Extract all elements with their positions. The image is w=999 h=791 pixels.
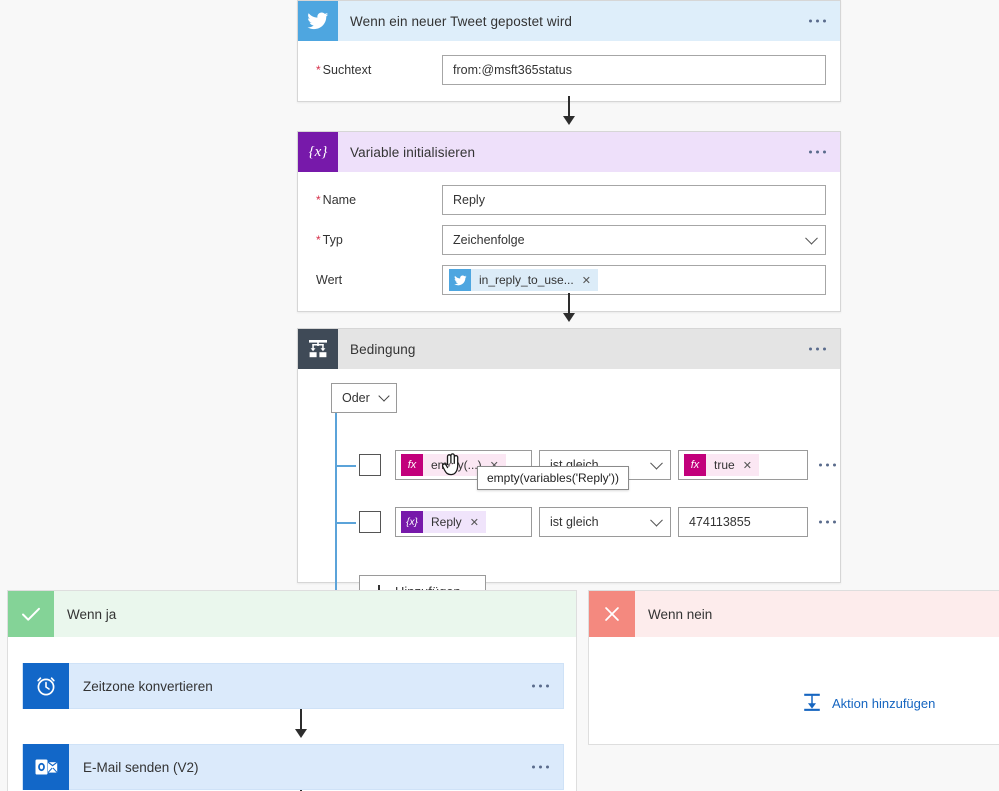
condition-row-overflow-wrap — [808, 450, 842, 480]
condition-right-value: 474113855 — [689, 515, 751, 529]
token-in-reply-to-user[interactable]: in_reply_to_use... ✕ — [449, 269, 598, 291]
twitter-icon — [298, 1, 338, 41]
token-label: true — [714, 458, 735, 472]
required-marker: * — [316, 63, 321, 77]
trigger-card-body: * Suchtext from:@msft365status — [298, 41, 840, 101]
variable-name-value: Reply — [453, 193, 485, 207]
condition-row-checkbox[interactable] — [359, 454, 381, 476]
connector-arrow-3 — [295, 729, 307, 738]
condition-right-operand[interactable]: fx true ✕ — [678, 450, 808, 480]
variable-icon: {x} — [401, 511, 423, 533]
check-icon — [8, 591, 54, 637]
condition-row-overflow-menu[interactable] — [819, 463, 836, 467]
variable-icon: {x} — [298, 132, 338, 172]
condition-comparison-select[interactable]: ist gleich — [539, 507, 671, 537]
condition-card-header[interactable]: Bedingung — [298, 329, 840, 369]
chevron-down-icon — [805, 231, 818, 245]
condition-operator-dropdown[interactable]: Oder — [331, 383, 397, 413]
variable-name-row: * Name Reply — [312, 185, 826, 215]
condition-row-checkbox[interactable] — [359, 511, 381, 533]
outlook-icon — [23, 744, 69, 790]
branch-no-title: Wenn nein — [648, 606, 713, 622]
branch-yes-panel: Wenn ja Zeitzone konvertieren E-Mail sen… — [7, 590, 577, 791]
token-reply-variable[interactable]: {x} Reply ✕ — [401, 511, 486, 533]
required-marker: * — [316, 233, 321, 247]
close-icon — [589, 591, 635, 637]
fx-icon: fx — [401, 454, 423, 476]
initialize-variable-card[interactable]: {x} Variable initialisieren * Name Reply … — [297, 131, 841, 312]
condition-tree-branch-2 — [335, 522, 356, 524]
expression-tooltip: empty(variables('Reply')) — [477, 466, 629, 490]
condition-icon — [298, 329, 338, 369]
condition-comparison-value: ist gleich — [550, 515, 599, 529]
condition-row-overflow-wrap — [808, 507, 842, 537]
branch-yes-header: Wenn ja — [8, 591, 576, 637]
initialize-variable-body: * Name Reply * Typ Zeichenfolge Wert in_… — [298, 172, 840, 311]
chevron-down-icon — [650, 513, 663, 527]
condition-overflow-menu[interactable] — [809, 347, 826, 351]
initialize-variable-header[interactable]: {x} Variable initialisieren — [298, 132, 840, 172]
branch-no-header: Wenn nein — [589, 591, 999, 637]
add-action-icon — [801, 691, 823, 716]
add-action-button[interactable]: Aktion hinzufügen — [801, 691, 935, 716]
token-true[interactable]: fx true ✕ — [684, 454, 759, 476]
remove-token-icon[interactable]: ✕ — [582, 274, 598, 287]
branch-no-panel: Wenn nein Aktion hinzufügen — [588, 590, 999, 745]
condition-right-value-input[interactable]: 474113855 — [678, 507, 808, 537]
action-overflow-menu[interactable] — [532, 684, 549, 688]
condition-operator-label: Oder — [342, 391, 370, 405]
remove-token-icon[interactable]: ✕ — [743, 459, 759, 472]
fx-icon: fx — [684, 454, 706, 476]
required-marker: * — [316, 193, 321, 207]
search-text-input[interactable]: from:@msft365status — [442, 55, 826, 85]
connector-arrow-1 — [563, 116, 575, 125]
variable-name-input[interactable]: Reply — [442, 185, 826, 215]
initialize-variable-title: Variable initialisieren — [350, 144, 476, 160]
flow-designer-canvas: Wenn ein neuer Tweet gepostet wird * Such… — [0, 0, 999, 791]
action-title: E-Mail senden (V2) — [83, 759, 199, 775]
trigger-card[interactable]: Wenn ein neuer Tweet gepostet wird * Such… — [297, 0, 841, 102]
condition-title: Bedingung — [350, 341, 416, 357]
variable-value-row: Wert in_reply_to_use... ✕ — [312, 265, 826, 295]
variable-type-value: Zeichenfolge — [453, 233, 525, 247]
variable-type-label: * Typ — [316, 233, 343, 247]
token-label: in_reply_to_use... — [479, 273, 574, 287]
condition-card[interactable]: Bedingung Oder fx empty(...) ist gleich … — [297, 328, 842, 607]
initialize-variable-overflow-menu[interactable] — [809, 150, 826, 154]
variable-name-label: * Name — [316, 193, 357, 207]
trigger-card-header[interactable]: Wenn ein neuer Tweet gepostet wird — [298, 1, 840, 41]
search-text-value: from:@msft365status — [453, 63, 572, 77]
action-card-send-email[interactable]: E-Mail senden (V2) — [22, 744, 564, 790]
clock-icon — [23, 663, 69, 709]
condition-tree-line — [335, 413, 337, 592]
condition-left-operand[interactable]: {x} Reply ✕ — [395, 507, 532, 537]
search-text-row: * Suchtext from:@msft365status — [312, 55, 826, 85]
action-title: Zeitzone konvertieren — [83, 678, 213, 694]
trigger-overflow-menu[interactable] — [809, 19, 826, 23]
variable-type-select[interactable]: Zeichenfolge — [442, 225, 826, 255]
condition-tree-branch-1 — [335, 465, 356, 467]
variable-value-input[interactable]: in_reply_to_use... ✕ — [442, 265, 826, 295]
variable-value-label: Wert — [316, 273, 343, 287]
condition-row: {x} Reply ✕ ist gleich 474113855 — [359, 507, 842, 537]
search-text-label: * Suchtext — [316, 63, 372, 77]
twitter-icon — [449, 269, 471, 291]
variable-type-row: * Typ Zeichenfolge — [312, 225, 826, 255]
trigger-title: Wenn ein neuer Tweet gepostet wird — [350, 13, 573, 29]
token-label: Reply — [431, 515, 462, 529]
chevron-down-icon — [650, 456, 663, 470]
condition-row-overflow-menu[interactable] — [819, 520, 836, 524]
chevron-down-icon — [378, 390, 390, 402]
add-action-label: Aktion hinzufügen — [832, 696, 936, 711]
remove-token-icon[interactable]: ✕ — [470, 516, 486, 529]
action-overflow-menu[interactable] — [532, 765, 549, 769]
branch-yes-title: Wenn ja — [67, 606, 117, 622]
connector-arrow-2 — [563, 313, 575, 322]
action-card-convert-timezone[interactable]: Zeitzone konvertieren — [22, 663, 564, 709]
